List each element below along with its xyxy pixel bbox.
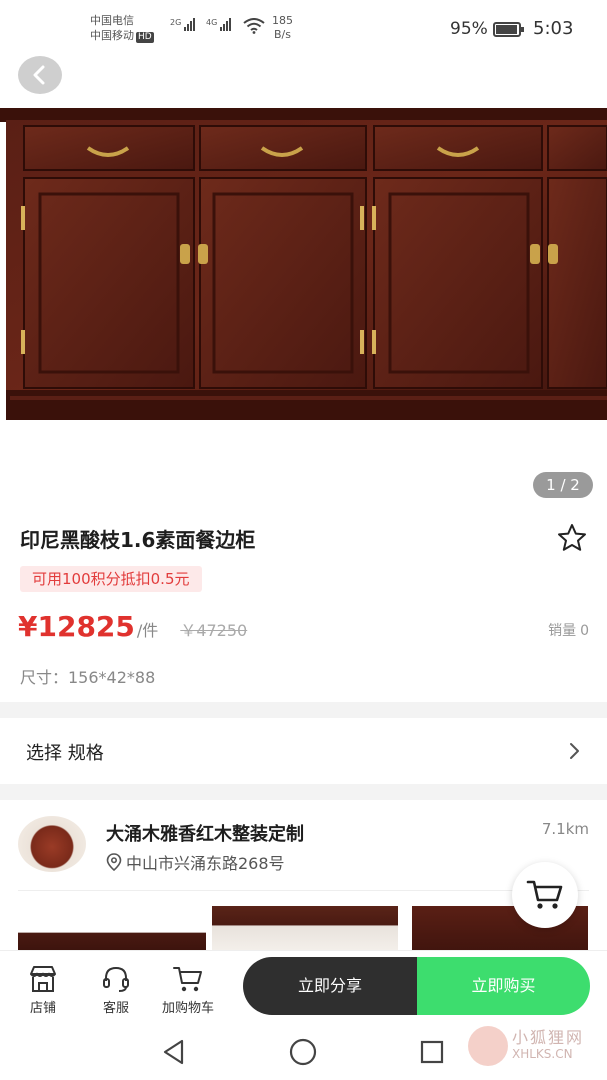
signal-icon: 2G bbox=[170, 18, 196, 31]
battery-fill bbox=[496, 25, 517, 34]
section-separator bbox=[0, 784, 607, 800]
floating-cart-button[interactable] bbox=[512, 862, 578, 928]
store-avatar bbox=[18, 816, 86, 872]
points-promo-badge: 可用100积分抵扣0.5元 bbox=[20, 566, 202, 592]
gallery-page-indicator: 1 / 2 bbox=[533, 472, 593, 498]
carrier-1: 中国电信 bbox=[90, 14, 134, 27]
signal-2-label: 4G bbox=[206, 18, 218, 27]
shop-label: 店铺 bbox=[29, 1001, 56, 1016]
shop-button[interactable]: 店铺 bbox=[8, 963, 78, 1016]
site-watermark: 小狐狸网 XHLKS.CN bbox=[468, 1026, 584, 1066]
signal-1-label: 2G bbox=[170, 18, 182, 27]
battery-percent: 95% bbox=[450, 19, 488, 39]
fox-logo-icon bbox=[468, 1026, 508, 1066]
chevron-right-icon bbox=[570, 743, 579, 759]
price: ¥12825 bbox=[18, 610, 135, 643]
store-divider bbox=[18, 890, 589, 891]
nav-home-icon[interactable] bbox=[289, 1038, 317, 1066]
store-card[interactable]: 大涌木雅香红木整装定制 7.1km 中山市兴涌东路268号 bbox=[0, 800, 607, 954]
buy-now-button[interactable]: 立即购买 bbox=[417, 957, 590, 1015]
customer-service-button[interactable]: 客服 bbox=[81, 963, 151, 1016]
cart-label: 加购物车 bbox=[161, 1001, 214, 1016]
store-address-text: 中山市兴涌东路268号 bbox=[126, 854, 285, 873]
product-image[interactable] bbox=[0, 100, 607, 500]
product-size: 尺寸：156*42*88 bbox=[20, 668, 156, 687]
store-product-thumbnail[interactable] bbox=[212, 906, 398, 954]
carrier-info: 中国电信 中国移动 HD bbox=[90, 13, 154, 43]
carrier-2: 中国移动 bbox=[90, 29, 134, 42]
signal-icon: 4G bbox=[206, 18, 232, 31]
star-outline-icon[interactable] bbox=[556, 522, 588, 554]
share-button[interactable]: 立即分享 bbox=[243, 957, 417, 1015]
net-speed-value: 185 bbox=[272, 14, 293, 27]
store-name: 大涌木雅香红木整装定制 bbox=[106, 824, 304, 845]
sales-label: 销量 bbox=[548, 623, 577, 639]
cart-icon bbox=[173, 967, 202, 992]
cart-icon bbox=[526, 880, 563, 909]
section-separator bbox=[0, 702, 607, 718]
sales-count: 销量 0 bbox=[548, 620, 589, 640]
spec-label: 选择 规格 bbox=[26, 743, 104, 764]
net-speed: 185 B/s bbox=[272, 14, 293, 42]
bottom-action-bar: 店铺 客服 加购物车 立即分享 立即购买 bbox=[0, 950, 607, 1024]
nav-recent-apps-icon[interactable] bbox=[420, 1040, 444, 1064]
store-distance: 7.1km bbox=[541, 820, 589, 838]
sales-value: 0 bbox=[580, 623, 589, 639]
store-address: 中山市兴涌东路268号 bbox=[106, 850, 285, 874]
product-title: 印尼黑酸枝1.6素面餐边柜 bbox=[20, 528, 256, 552]
price-unit: /件 bbox=[136, 621, 159, 640]
watermark-text-en: XHLKS.CN bbox=[512, 1047, 573, 1061]
price-row: ¥12825 /件 ￥47250 bbox=[18, 610, 247, 643]
hd-badge: HD bbox=[136, 32, 154, 43]
store-icon bbox=[30, 966, 56, 992]
original-price: ￥47250 bbox=[180, 621, 248, 640]
location-pin-icon bbox=[106, 853, 122, 871]
store-product-thumbnail[interactable] bbox=[18, 906, 206, 954]
spec-selector[interactable]: 选择 规格 bbox=[0, 718, 607, 784]
headset-icon bbox=[103, 966, 129, 992]
back-button[interactable] bbox=[18, 56, 62, 94]
battery-icon bbox=[493, 22, 524, 37]
service-label: 客服 bbox=[102, 1001, 129, 1016]
net-speed-unit: B/s bbox=[274, 28, 291, 41]
nav-back-icon[interactable] bbox=[160, 1038, 188, 1066]
watermark-text-cn: 小狐狸网 bbox=[512, 1028, 585, 1047]
sideboard-image bbox=[0, 108, 607, 420]
wifi-icon bbox=[243, 18, 265, 34]
status-bar: 中国电信 中国移动 HD 2G 4G 185 B/s 95% 5:03 bbox=[0, 0, 607, 52]
chevron-left-icon bbox=[33, 65, 45, 85]
add-to-cart-button[interactable]: 加购物车 bbox=[153, 963, 223, 1016]
clock: 5:03 bbox=[533, 18, 574, 39]
